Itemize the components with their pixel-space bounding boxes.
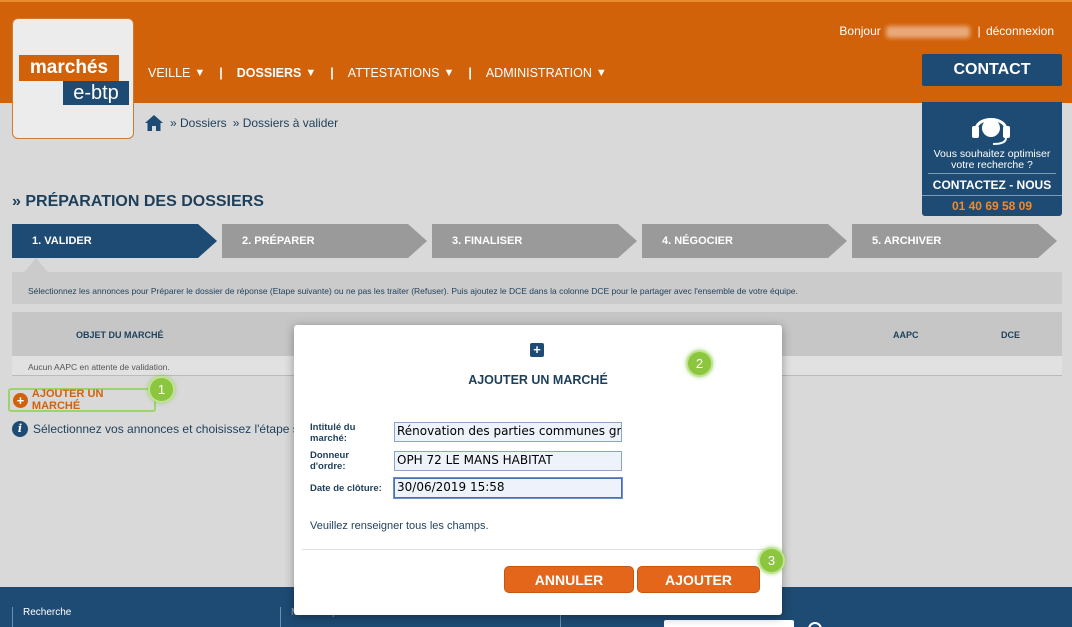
contact-prompt: Vous souhaitez optimiser votre recherche… [922,149,1062,171]
step-negocier[interactable]: 4. NÉGOCIER [642,224,847,258]
step-finaliser[interactable]: 3. FINALISER [432,224,637,258]
chevron-down-icon: ▼ [305,67,317,79]
page-title: » PRÉPARATION DES DOSSIERS [12,193,264,210]
intitule-input[interactable]: Rénovation des parties communes gr [394,422,622,442]
nav-separator: | [468,66,472,80]
column-dce[interactable]: DCE [1001,330,1020,340]
contact-panel[interactable]: Vous souhaitez optimiser votre recherche… [922,102,1062,216]
instructions-text: Sélectionnez les annonces pour Préparer … [12,272,1062,304]
greeting-separator: | [977,24,981,38]
plus-circle-icon: + [13,392,28,408]
contact-phone: 01 40 69 58 09 [922,195,1062,216]
site-logo[interactable]: marchés e-btp [12,18,134,139]
label-donneur: Donneur d'ordre: [310,450,350,472]
nav-veille[interactable]: VEILLE ▼ [148,66,205,80]
footer-recherche[interactable]: Recherche [12,607,71,627]
step-badge-3: 3 [758,547,785,574]
divider [928,173,1056,174]
top-header: Bonjour | déconnexion VEILLE ▼ | DOSSIER… [0,0,1072,103]
step-label: 3. FINALISER [452,235,523,247]
submit-button[interactable]: AJOUTER [637,566,760,593]
logo-bottom-text: e-btp [63,81,129,105]
column-objet[interactable]: OBJET DU MARCHÉ [76,330,164,340]
hint-line: i Sélectionnez vos annonces et choisisse… [12,421,299,437]
cancel-button[interactable]: ANNULER [504,566,634,593]
headset-icon [972,118,1010,145]
contact-line-2: votre recherche ? [951,159,1033,171]
breadcrumb-dossiers[interactable]: » Dossiers [170,116,227,130]
user-greeting: Bonjour | déconnexion [839,24,1054,38]
main-nav: VEILLE ▼ | DOSSIERS ▼ | ATTESTATIONS ▼ |… [148,66,607,80]
redacted-username [886,25,971,38]
home-icon[interactable] [144,114,164,132]
nav-dossiers[interactable]: DOSSIERS ▼ [237,66,317,80]
greeting-text: Bonjour [839,24,881,38]
hint-text: Sélectionnez vos annonces et choisissez … [33,422,299,436]
step-label: 5. ARCHIVER [872,235,942,247]
nav-label: ADMINISTRATION [485,66,592,80]
footer-search-input[interactable] [664,620,794,627]
step-archiver[interactable]: 5. ARCHIVER [852,224,1057,258]
breadcrumb: » Dossiers » Dossiers à valider [144,114,338,132]
divider [302,549,774,550]
nav-label: VEILLE [148,66,191,80]
nav-separator: | [330,66,334,80]
step-valider[interactable]: 1. VALIDER [12,224,217,258]
nav-administration[interactable]: ADMINISTRATION ▼ [486,66,607,80]
step-badge-2: 2 [686,350,713,377]
column-aapc[interactable]: AAPC [893,330,919,340]
label-intitule: Intitulé du marché: [310,422,356,444]
add-market-label: AJOUTER UN MARCHÉ [31,388,104,412]
contact-button[interactable]: CONTACT [922,54,1062,86]
nav-label: ATTESTATIONS [347,66,440,80]
date-cloture-input[interactable]: 30/06/2019 15:58 [394,478,622,498]
active-step-pointer [24,258,48,272]
step-label: 2. PRÉPARER [242,235,315,247]
step-label: 4. NÉGOCIER [662,235,733,247]
nav-label: DOSSIERS [236,66,302,80]
workflow-steps: 1. VALIDER 2. PRÉPARER 3. FINALISER 4. N… [12,224,1062,258]
dialog-title: AJOUTER UN MARCHÉ [468,373,608,387]
add-market-link[interactable]: + AJOUTER UN MARCHÉ [8,388,156,412]
nav-separator: | [219,66,223,80]
info-icon: i [12,421,28,437]
nav-attestations[interactable]: ATTESTATIONS ▼ [348,66,455,80]
chevron-down-icon: ▼ [443,67,455,79]
step-badge-1: 1 [148,376,175,403]
chevron-down-icon: ▼ [595,67,607,79]
breadcrumb-current[interactable]: » Dossiers à valider [233,116,338,130]
donneur-input[interactable]: OPH 72 LE MANS HABITAT [394,451,622,471]
contact-cta[interactable]: CONTACTEZ - NOUS [922,178,1062,192]
logo-top-text: marchés [19,55,119,81]
search-icon[interactable] [808,622,822,627]
chevron-down-icon: ▼ [194,67,206,79]
step-preparer[interactable]: 2. PRÉPARER [222,224,427,258]
step-label: 1. VALIDER [32,235,92,247]
logout-link[interactable]: déconnexion [986,24,1054,38]
dialog-note: Veuillez renseigner tous les champs. [310,520,489,532]
label-date-cloture: Date de clôture: [310,483,382,494]
plus-square-icon: + [530,343,544,357]
